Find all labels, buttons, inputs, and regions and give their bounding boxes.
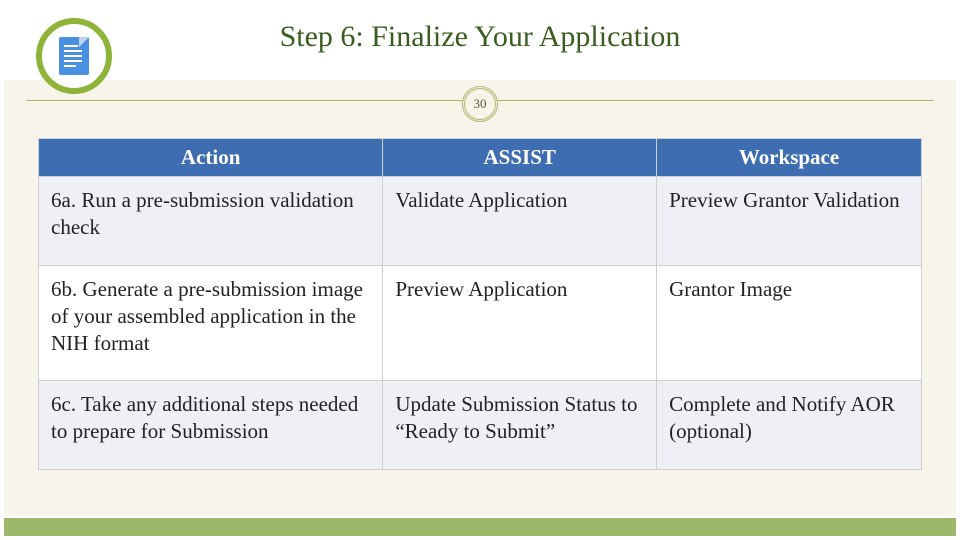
bottom-accent-bar bbox=[4, 516, 956, 536]
cell-assist: Update Submission Status to “Ready to Su… bbox=[383, 381, 657, 470]
cell-workspace: Grantor Image bbox=[657, 265, 922, 381]
table-row: 6a. Run a pre-submission validation chec… bbox=[39, 177, 922, 266]
table-row: 6c. Take any additional steps needed to … bbox=[39, 381, 922, 470]
col-header-assist: ASSIST bbox=[383, 139, 657, 177]
cell-workspace: Preview Grantor Validation bbox=[657, 177, 922, 266]
slide-number-badge: 30 bbox=[462, 86, 498, 122]
table-row: 6b. Generate a pre-submission image of y… bbox=[39, 265, 922, 381]
cell-action: 6b. Generate a pre-submission image of y… bbox=[39, 265, 383, 381]
slide-number: 30 bbox=[474, 96, 487, 112]
cell-workspace: Complete and Notify AOR (optional) bbox=[657, 381, 922, 470]
cell-action: 6a. Run a pre-submission validation chec… bbox=[39, 177, 383, 266]
page-title: Step 6: Finalize Your Application bbox=[4, 20, 956, 54]
col-header-workspace: Workspace bbox=[657, 139, 922, 177]
document-icon bbox=[36, 18, 112, 94]
cell-assist: Validate Application bbox=[383, 177, 657, 266]
comparison-table: Action ASSIST Workspace 6a. Run a pre-su… bbox=[38, 138, 922, 470]
slide: Step 6: Finalize Your Application 30 Act… bbox=[0, 0, 960, 540]
cell-action: 6c. Take any additional steps needed to … bbox=[39, 381, 383, 470]
cell-assist: Preview Application bbox=[383, 265, 657, 381]
col-header-action: Action bbox=[39, 139, 383, 177]
